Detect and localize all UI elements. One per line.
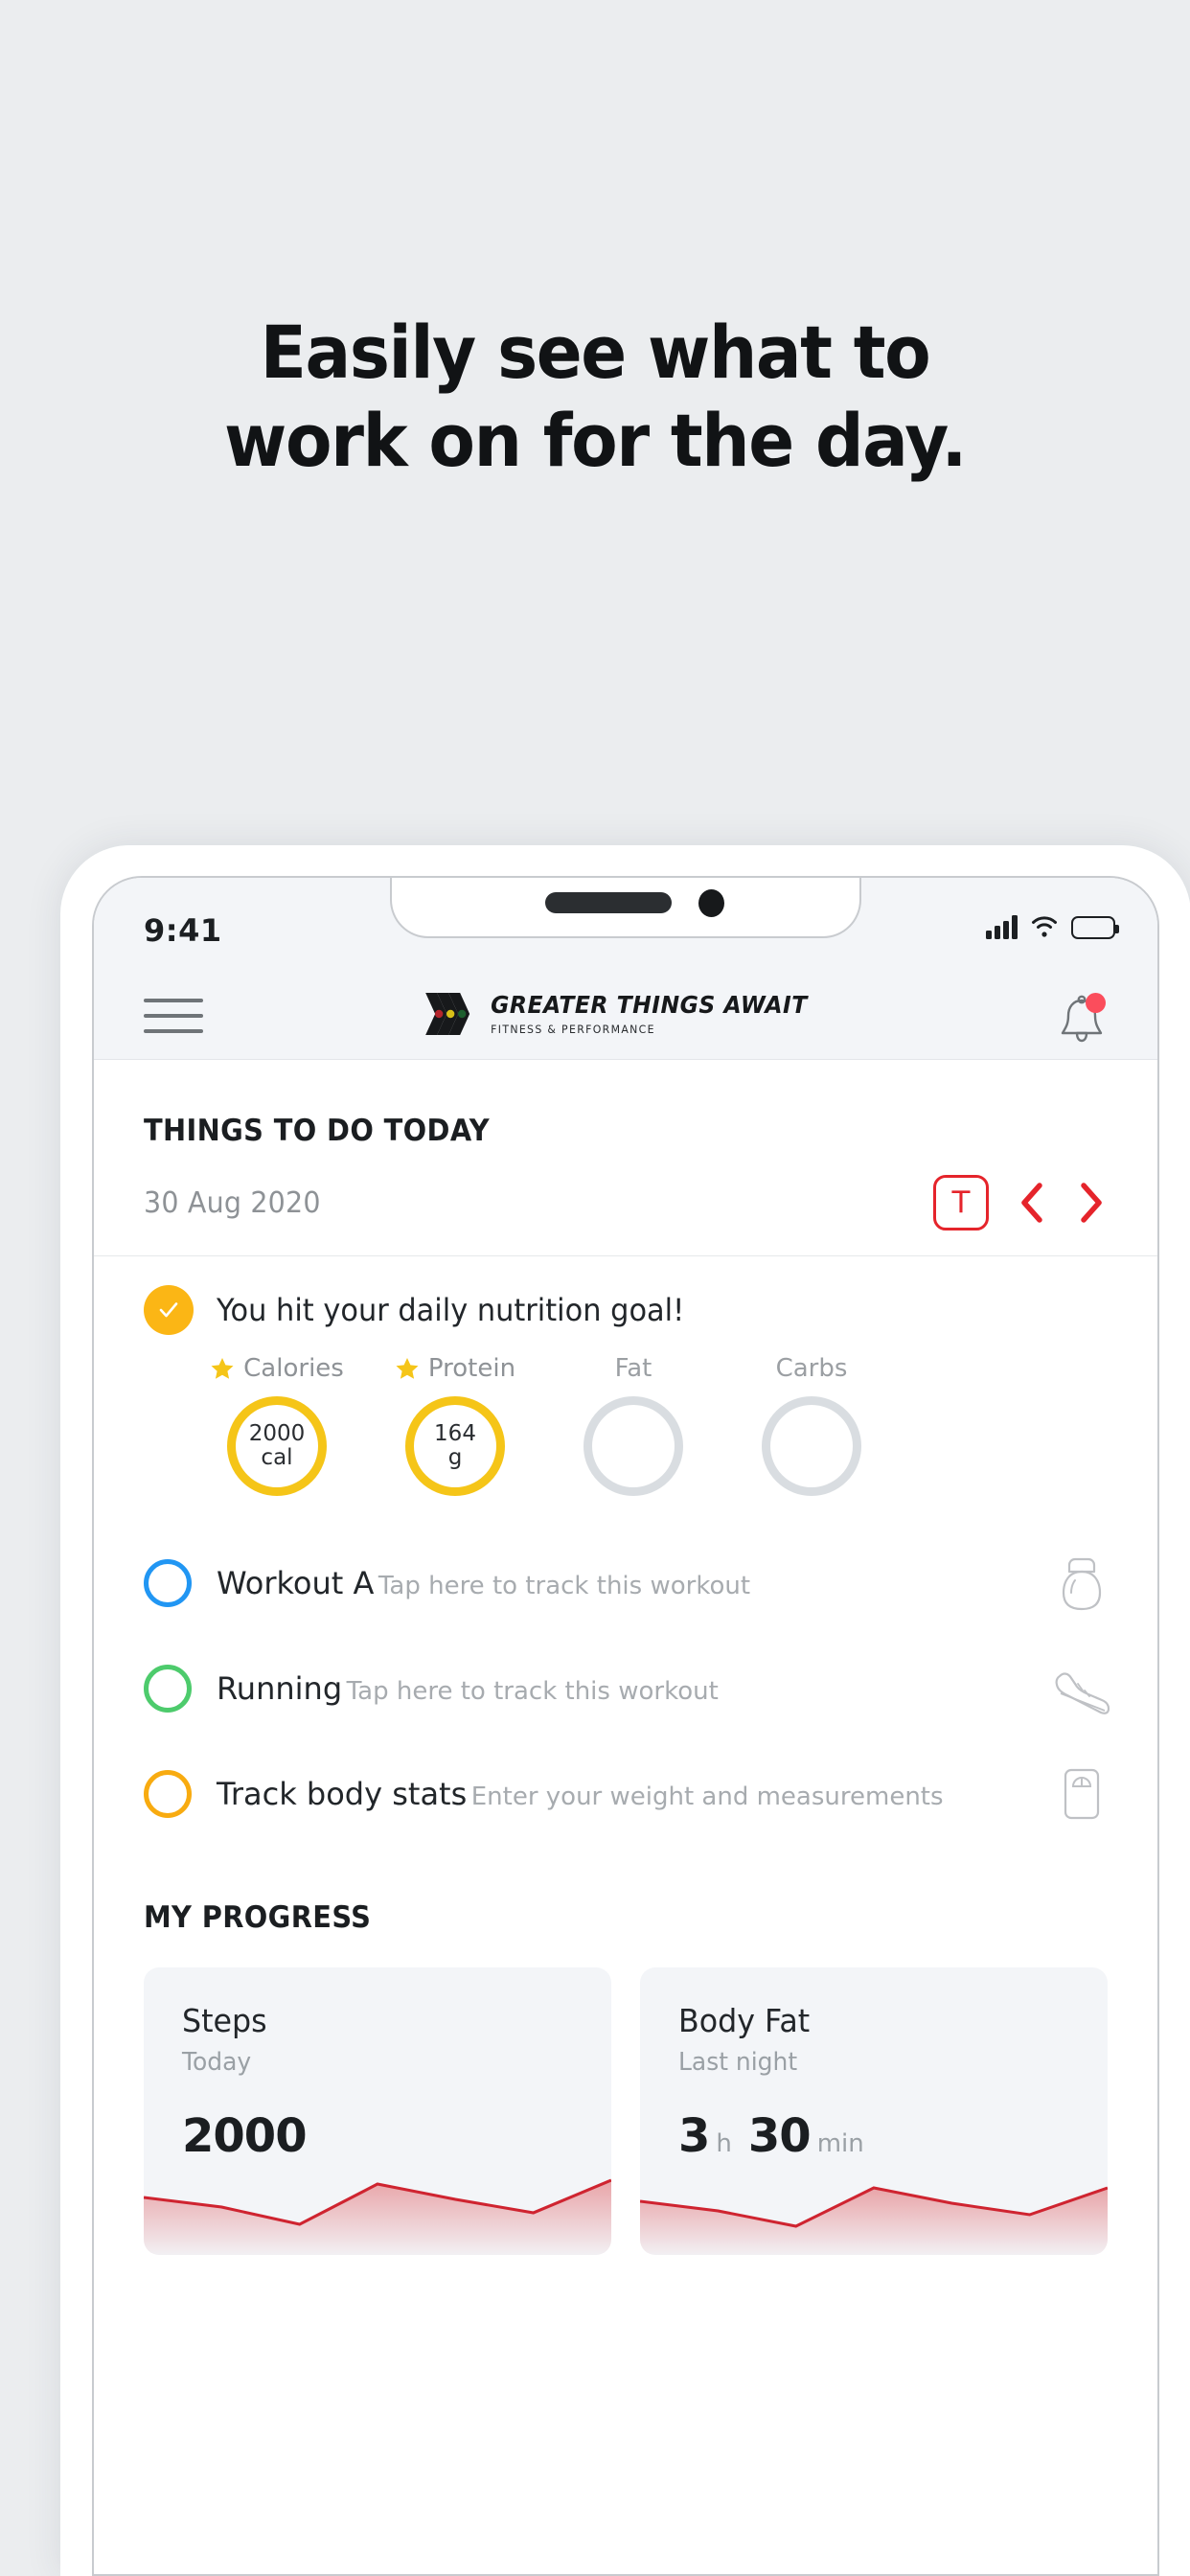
brand-logo: GREATER THINGS AWAIT FITNESS & PERFORMAN…	[423, 989, 828, 1039]
task-subtitle: Tap here to track this workout	[378, 1571, 751, 1600]
headline-line-1: Easily see what to	[260, 310, 931, 395]
nutrition-summary[interactable]: You hit your daily nutrition goal! Calor…	[94, 1256, 1157, 1496]
progress-section-header: MY PROGRESS	[94, 1847, 1157, 1935]
status-bar-time: 9:41	[144, 912, 222, 949]
progress-section-title: MY PROGRESS	[144, 1900, 372, 1935]
macro-carbs[interactable]: Carbs	[722, 1354, 901, 1496]
progress-cards: Steps Today 2000 Body Fat Last night 3 h…	[94, 1935, 1157, 2255]
task-text: Workout A Tap here to track this workout	[217, 1565, 1027, 1601]
marketing-headline: Easily see what to work on for the day.	[0, 316, 1190, 493]
app-content: THINGS TO DO TODAY 30 Aug 2020 T You hit…	[94, 1060, 1157, 2255]
macro-name: Calories	[243, 1354, 344, 1383]
nutrition-goal-message: You hit your daily nutrition goal!	[217, 1292, 685, 1328]
notifications-button[interactable]	[1052, 991, 1111, 1050]
phone-screen: 9:41 GREATER THINGS AWAIT FITNESS & PERF…	[92, 876, 1159, 2576]
macro-rings: Calories 2000 cal Protein 164 g Fat Carb…	[144, 1335, 1108, 1496]
macro-label-row: Fat	[615, 1354, 652, 1383]
weight-scale-icon	[1064, 1768, 1100, 1820]
macro-ring: 164 g	[405, 1396, 505, 1496]
macro-name: Protein	[427, 1354, 516, 1383]
task-row-running[interactable]: Running Tap here to track this workout	[94, 1636, 1157, 1741]
star-icon	[396, 1358, 419, 1379]
macro-protein[interactable]: Protein 164 g	[366, 1354, 544, 1496]
chevron-right-icon[interactable]	[1075, 1181, 1108, 1225]
task-text: Track body stats Enter your weight and m…	[217, 1776, 1027, 1812]
brand-name: GREATER THINGS AWAIT	[491, 990, 808, 1019]
task-subtitle: Enter your weight and measurements	[470, 1782, 944, 1811]
macro-ring: 2000 cal	[227, 1396, 327, 1496]
progress-card-body-fat[interactable]: Body Fat Last night 3 h 30 min	[640, 1967, 1108, 2255]
macro-calories[interactable]: Calories 2000 cal	[188, 1354, 366, 1496]
task-title: Track body stats	[217, 1775, 468, 1812]
task-subtitle: Tap here to track this workout	[346, 1676, 719, 1706]
task-title: Workout A	[217, 1564, 375, 1601]
current-date-label: 30 Aug 2020	[144, 1185, 321, 1220]
body-fat-sparkline-chart	[640, 2186, 1108, 2255]
macro-label-row: Calories	[210, 1354, 344, 1383]
card-subtitle: Today	[182, 2048, 252, 2077]
macro-label-row: Protein	[395, 1354, 515, 1383]
todo-section-header: THINGS TO DO TODAY	[94, 1060, 1157, 1148]
task-row-workout-a[interactable]: Workout A Tap here to track this workout	[94, 1530, 1157, 1636]
todo-section-title: THINGS TO DO TODAY	[144, 1114, 491, 1148]
check-circle-icon	[144, 1285, 194, 1335]
macro-name: Carbs	[775, 1354, 848, 1383]
wifi-icon	[1032, 916, 1057, 937]
battery-full-icon	[1071, 916, 1119, 939]
macro-name: Fat	[614, 1354, 652, 1383]
phone-mockup: 9:41 GREATER THINGS AWAIT FITNESS & PERF…	[60, 845, 1190, 2576]
task-title: Running	[217, 1669, 343, 1707]
brand-tagline: FITNESS & PERFORMANCE	[491, 1022, 655, 1036]
card-subtitle: Last night	[678, 2048, 798, 2077]
task-checkbox-icon[interactable]	[144, 1559, 192, 1607]
macro-fat[interactable]: Fat	[544, 1354, 722, 1496]
macro-ring	[762, 1396, 861, 1496]
notification-badge	[1086, 993, 1106, 1013]
macro-unit: cal	[261, 1444, 293, 1470]
macro-value: 164	[434, 1420, 476, 1446]
macro-value: 2000	[248, 1420, 306, 1446]
star-icon	[211, 1358, 234, 1379]
front-camera-icon	[698, 889, 724, 917]
cellular-signal-icon	[986, 914, 1018, 939]
chevron-left-icon[interactable]	[1016, 1181, 1048, 1225]
macro-label-row: Carbs	[776, 1354, 848, 1383]
task-row-body-stats[interactable]: Track body stats Enter your weight and m…	[94, 1741, 1157, 1847]
steps-sparkline-chart	[144, 2178, 611, 2255]
earpiece-speaker-icon	[545, 892, 672, 913]
phone-notch	[390, 878, 861, 938]
task-checkbox-icon[interactable]	[144, 1770, 192, 1818]
macro-ring	[584, 1396, 683, 1496]
date-navigation-row: 30 Aug 2020 T	[94, 1148, 1157, 1256]
card-title: Steps	[182, 2002, 267, 2039]
task-list: Workout A Tap here to track this workout…	[94, 1496, 1157, 1847]
hamburger-menu-icon[interactable]	[144, 999, 203, 1033]
running-shoe-icon	[1055, 1672, 1110, 1714]
progress-card-steps[interactable]: Steps Today 2000	[144, 1967, 611, 2255]
chevron-arrows-logo-icon	[425, 993, 470, 1035]
app-header: GREATER THINGS AWAIT FITNESS & PERFORMAN…	[94, 978, 1157, 1060]
headline-line-2: work on for the day.	[224, 398, 967, 483]
kettlebell-icon	[1062, 1557, 1102, 1611]
today-button[interactable]: T	[933, 1175, 989, 1230]
card-title: Body Fat	[678, 2002, 811, 2039]
macro-unit: g	[447, 1444, 463, 1470]
task-checkbox-icon[interactable]	[144, 1665, 192, 1713]
task-text: Running Tap here to track this workout	[217, 1670, 1027, 1707]
nutrition-goal-row: You hit your daily nutrition goal!	[144, 1285, 1108, 1335]
date-controls: T	[933, 1175, 1108, 1230]
status-bar-icons	[986, 914, 1119, 939]
